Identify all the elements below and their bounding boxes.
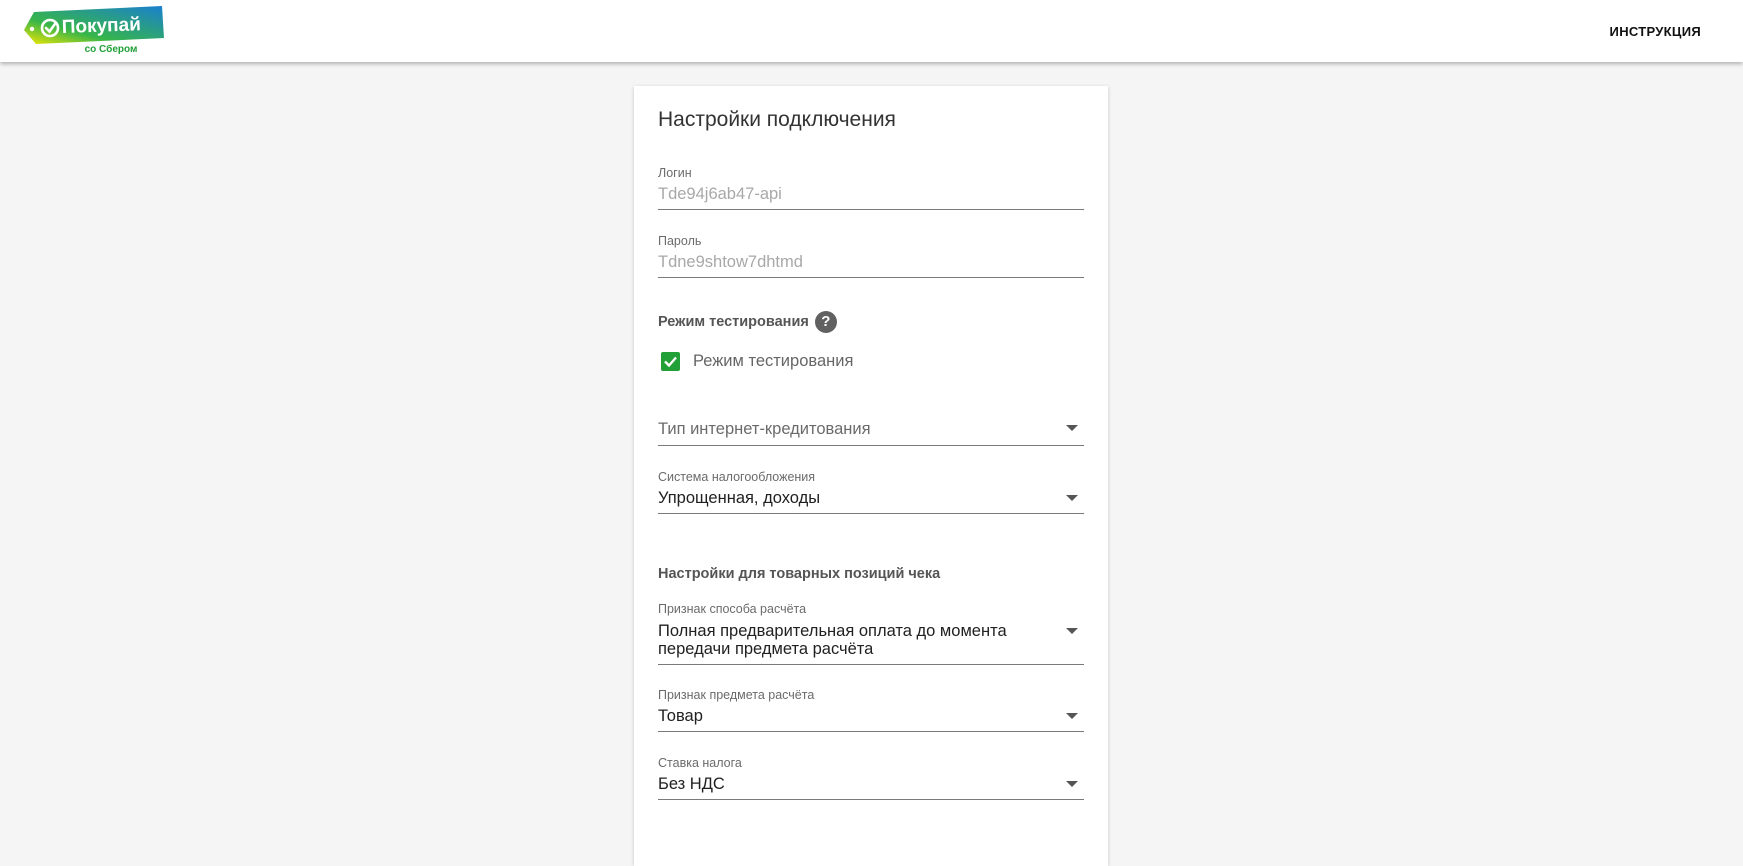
card-title: Настройки подключения: [658, 108, 896, 131]
test-mode-checkbox[interactable]: [661, 352, 680, 371]
logo-subtitle: со Сбером: [84, 44, 138, 55]
payment-method-select[interactable]: Признак способа расчёта Полная предварит…: [658, 602, 1084, 665]
test-mode-heading: Режим тестирования: [658, 313, 809, 330]
app-header: Покупай со Сбером ИНСТРУКЦИЯ: [0, 0, 1743, 62]
login-value[interactable]: Tde94j6ab47-api: [658, 185, 782, 203]
test-mode-checkbox-label[interactable]: Режим тестирования: [693, 352, 853, 371]
brand-logo[interactable]: Покупай со Сбером: [22, 4, 164, 56]
receipt-section-heading: Настройки для товарных позиций чека: [658, 566, 941, 582]
connection-settings-card: Настройки подключения Логин Tde94j6ab47-…: [634, 86, 1108, 866]
chevron-down-icon[interactable]: [1066, 425, 1078, 431]
test-mode-section: Режим тестирования ?: [658, 311, 837, 333]
password-label: Пароль: [658, 234, 702, 248]
vat-select[interactable]: Ставка налога Без НДС: [658, 756, 1084, 800]
password-field[interactable]: Пароль Tdne9shtow7dhtmd: [658, 234, 1084, 278]
logo-badge: Покупай: [24, 6, 164, 44]
vat-value: Без НДС: [658, 775, 725, 793]
tax-system-label: Система налогообложения: [658, 470, 816, 484]
payment-object-select[interactable]: Признак предмета расчёта Товар: [658, 688, 1084, 732]
logo-text: Покупай: [61, 14, 141, 38]
chevron-down-icon[interactable]: [1066, 781, 1078, 787]
credit-type-placeholder: Тип интернет-кредитования: [658, 420, 871, 438]
tax-system-select[interactable]: Система налогообложения Упрощенная, дохо…: [658, 470, 1084, 514]
chevron-down-icon[interactable]: [1066, 628, 1078, 634]
payment-method-label: Признак способа расчёта: [658, 602, 807, 616]
chevron-down-icon[interactable]: [1066, 713, 1078, 719]
help-icon[interactable]: ?: [814, 311, 837, 333]
login-label: Логин: [658, 166, 692, 180]
login-field[interactable]: Логин Tde94j6ab47-api: [658, 166, 1084, 210]
payment-object-label: Признак предмета расчёта: [658, 688, 815, 702]
chevron-down-icon[interactable]: [1066, 495, 1078, 501]
payment-method-value-line1: Полная предварительная оплата до момента: [658, 622, 1007, 640]
check-icon: [664, 356, 677, 368]
password-value[interactable]: Tdne9shtow7dhtmd: [658, 253, 803, 271]
credit-type-select[interactable]: Тип интернет-кредитования: [658, 416, 1084, 446]
payment-method-value-line2: передачи предмета расчёта: [658, 640, 874, 658]
vat-label: Ставка налога: [658, 756, 742, 770]
tax-system-value: Упрощенная, доходы: [658, 489, 821, 507]
instruction-button[interactable]: ИНСТРУКЦИЯ: [1604, 20, 1707, 42]
payment-object-value: Товар: [658, 707, 703, 725]
